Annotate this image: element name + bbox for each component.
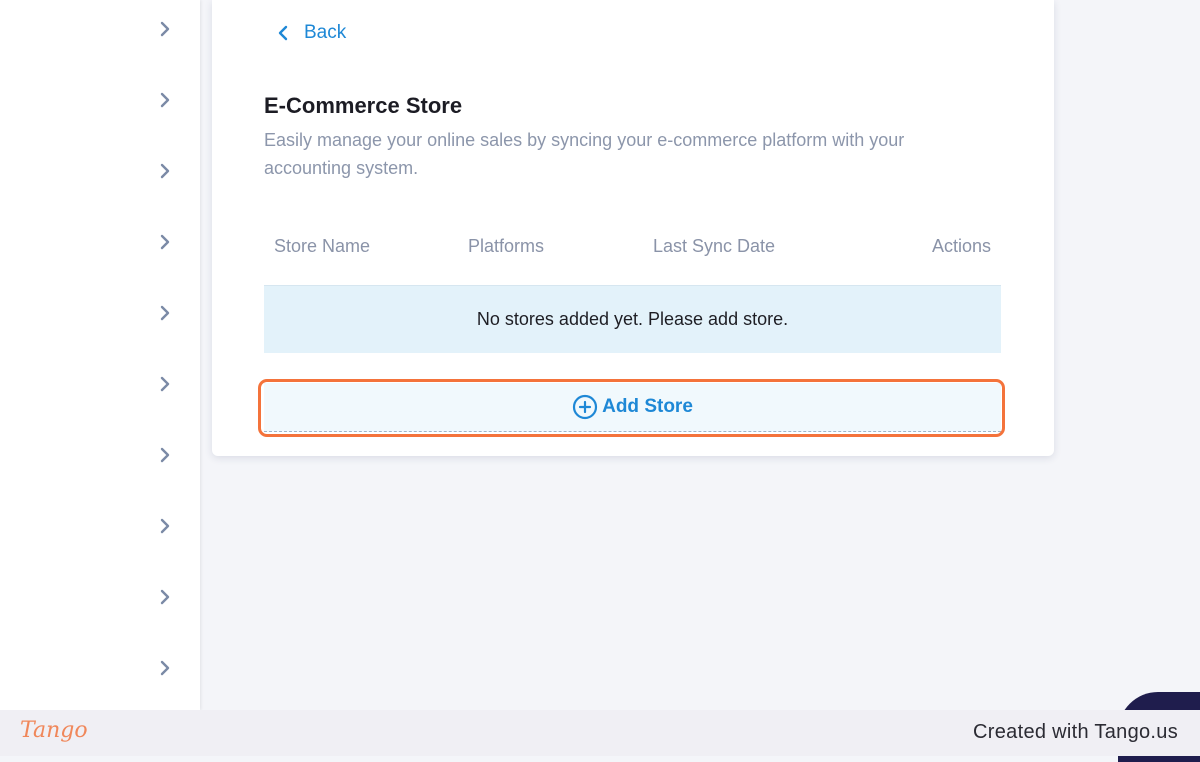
- sidebar: [0, 0, 200, 710]
- back-label: Back: [304, 22, 347, 43]
- tango-logo: Tango: [20, 718, 88, 743]
- sidebar-item-10-chevron-right-icon[interactable]: [156, 659, 174, 677]
- empty-stores-message: No stores added yet. Please add store.: [264, 285, 1001, 353]
- sidebar-item-9-chevron-right-icon[interactable]: [156, 588, 174, 606]
- tango-footer: Tango Created with Tango.us: [0, 710, 1200, 756]
- back-link[interactable]: Back: [274, 22, 346, 44]
- column-header-platforms: Platforms: [468, 236, 545, 256]
- sidebar-item-4-chevron-right-icon[interactable]: [156, 233, 174, 251]
- sidebar-item-8-chevron-right-icon[interactable]: [156, 517, 174, 535]
- sidebar-item-7-chevron-right-icon[interactable]: [156, 446, 174, 464]
- chevron-left-icon: [274, 24, 292, 42]
- sidebar-item-2-chevron-right-icon[interactable]: [156, 91, 174, 109]
- sidebar-item-5-chevron-right-icon[interactable]: [156, 304, 174, 322]
- stores-table-header: Store Name Platforms Last Sync Date Acti…: [264, 230, 1001, 266]
- sidebar-item-6-chevron-right-icon[interactable]: [156, 375, 174, 393]
- page-title: E-Commerce Store: [264, 93, 463, 118]
- sidebar-item-1-chevron-right-icon[interactable]: [156, 20, 174, 38]
- footer-credit: Created with Tango.us: [973, 721, 1178, 743]
- click-highlight-outline: [258, 379, 1005, 437]
- column-header-store-name: Store Name: [274, 236, 371, 256]
- column-header-actions: Actions: [931, 236, 991, 256]
- sidebar-item-3-chevron-right-icon[interactable]: [156, 162, 174, 180]
- page-description: Easily manage your online sales by synci…: [264, 130, 905, 178]
- column-header-last-sync-date: Last Sync Date: [653, 236, 776, 256]
